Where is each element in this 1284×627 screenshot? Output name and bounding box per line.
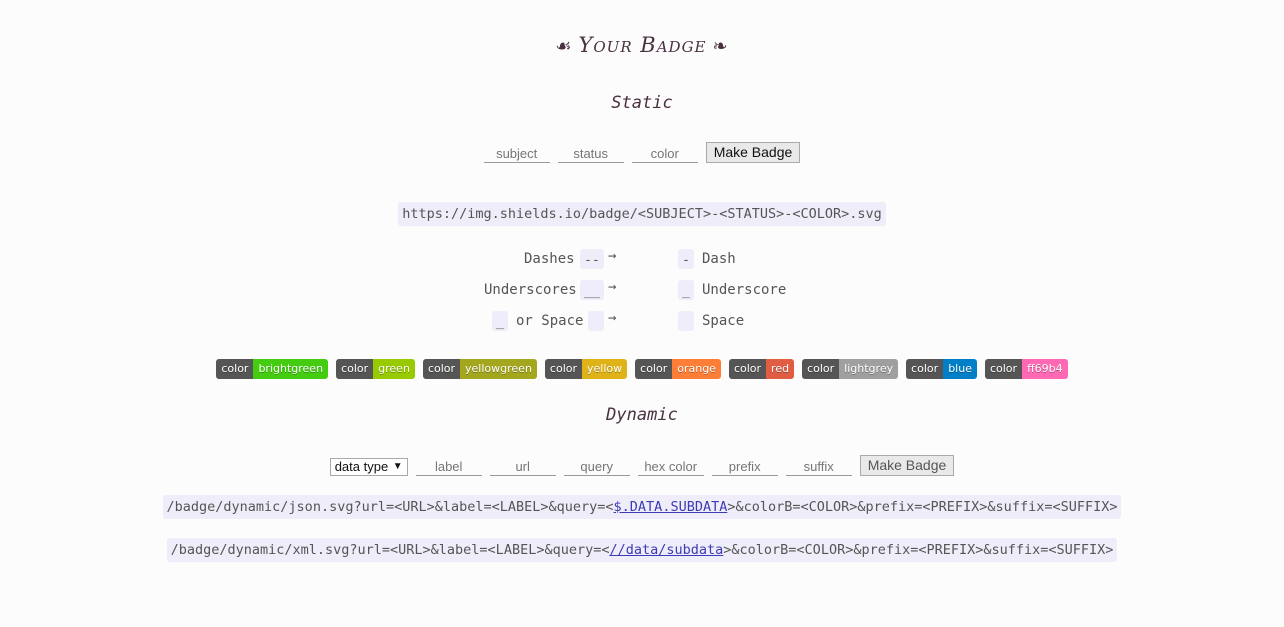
xml-url-template: /badge/dynamic/xml.svg?url=<URL>&label=<… (166, 538, 1118, 562)
badge-yellowgreen: color yellowgreen (422, 359, 537, 379)
badge-label: color (635, 359, 673, 379)
badge-value: red (766, 359, 795, 379)
xml-url-prefix: /badge/dynamic/xml.svg?url=<URL>&label=<… (170, 542, 610, 558)
conversion-from: -- (580, 249, 604, 269)
badge-value: brightgreen (253, 359, 329, 379)
jsonpath-link[interactable]: $.DATA.SUBDATA (614, 499, 728, 515)
badge-blue: color blue (906, 359, 977, 379)
badge-label: color (216, 359, 254, 379)
conversion-result: Dash (702, 251, 736, 267)
color-input[interactable] (631, 145, 698, 163)
label-input[interactable] (415, 458, 482, 476)
conversion-result: Underscore (702, 282, 787, 298)
conversion-label: Dashes (524, 251, 575, 267)
conversion-from-underscore: _ (492, 311, 508, 331)
badge-label: color (336, 359, 374, 379)
fleuron-right-icon: ❧ (712, 36, 729, 57)
badge-value: orange (672, 359, 721, 379)
json-url-prefix: /badge/dynamic/json.svg?url=<URL>&label=… (166, 499, 614, 515)
badge-lightgrey: color lightgrey (802, 359, 899, 379)
conversion-label: or Space (516, 313, 584, 329)
conversion-to: - (678, 249, 694, 269)
badge-value: yellowgreen (460, 359, 537, 379)
arrow-right-icon: → (608, 248, 617, 264)
dropdown-arrow-icon: ▼ (392, 461, 403, 472)
make-dynamic-badge-button[interactable]: Make Badge (859, 455, 955, 476)
conversion-to (678, 311, 694, 331)
static-heading: Static (611, 93, 673, 113)
badge-label: color (544, 359, 583, 379)
static-form: Make Badge (0, 142, 1284, 163)
conversion-from: __ (580, 280, 604, 300)
status-input[interactable] (557, 145, 624, 163)
badge-label: color (984, 359, 1023, 379)
badge-green: color green (336, 359, 415, 379)
xml-url-suffix: >&colorB=<COLOR>&prefix=<PREFIX>&suffix=… (723, 542, 1114, 558)
dynamic-heading: Dynamic (606, 405, 678, 425)
json-url-template: /badge/dynamic/json.svg?url=<URL>&label=… (162, 495, 1122, 519)
data-type-select[interactable]: data type ▼ (329, 458, 408, 476)
badge-value: lightgrey (839, 359, 899, 379)
json-url-suffix: >&colorB=<COLOR>&prefix=<PREFIX>&suffix=… (727, 499, 1118, 515)
query-input[interactable] (563, 458, 630, 476)
badge-red: color red (728, 359, 795, 379)
static-url-block: https://img.shields.io/badge/<SUBJECT>-<… (0, 202, 1284, 226)
badge-brightgreen: color brightgreen (216, 359, 329, 379)
badge-label: color (422, 359, 461, 379)
badge-value: blue (943, 359, 977, 379)
fleuron-left-icon: ☙ (555, 36, 573, 57)
badge-ff69b4: color ff69b4 (984, 359, 1068, 379)
conversion-label: Underscores (484, 282, 577, 298)
data-type-value: data type (334, 459, 389, 474)
badge-value: yellow (582, 359, 628, 379)
dynamic-form: data type▼ Make Badge (0, 455, 1284, 476)
xpath-link[interactable]: //data/subdata (609, 542, 723, 558)
static-url-template: https://img.shields.io/badge/<SUBJECT>-<… (398, 202, 886, 226)
hex-color-input[interactable] (637, 458, 704, 476)
badge-label: color (728, 359, 767, 379)
arrow-right-icon: → (608, 310, 617, 326)
prefix-input[interactable] (711, 458, 778, 476)
badge-label: color (802, 359, 840, 379)
page-title: ☙ Your Badge ❧ (0, 33, 1284, 57)
dynamic-xml-url: /badge/dynamic/xml.svg?url=<URL>&label=<… (0, 538, 1284, 562)
badge-value: green (373, 359, 415, 379)
badge-value: ff69b4 (1022, 359, 1068, 379)
conversion-result: Space (702, 313, 745, 329)
suffix-input[interactable] (785, 458, 852, 476)
conversion-from (588, 311, 604, 331)
make-static-badge-button[interactable]: Make Badge (705, 142, 801, 163)
dynamic-json-url: /badge/dynamic/json.svg?url=<URL>&label=… (0, 495, 1284, 519)
badge-label: color (906, 359, 944, 379)
badge-orange: color orange (635, 359, 721, 379)
url-input[interactable] (489, 458, 556, 476)
color-badges: color brightgreen color green color yellowg… (0, 359, 1284, 379)
arrow-right-icon: → (608, 279, 617, 295)
conversion-to: _ (678, 280, 694, 300)
page-title-text: Your Badge (578, 33, 707, 57)
badge-yellow: color yellow (544, 359, 628, 379)
subject-input[interactable] (483, 145, 550, 163)
